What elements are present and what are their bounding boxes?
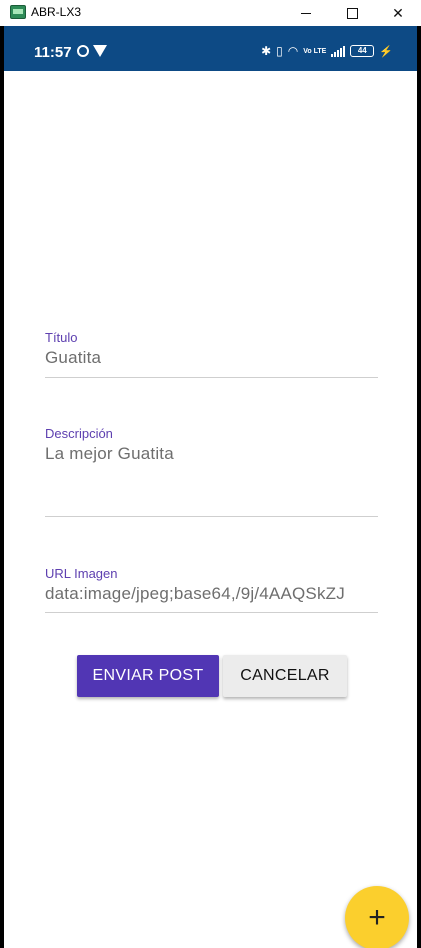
- alarm-icon: [77, 45, 89, 57]
- submit-post-button[interactable]: ENVIAR POST: [77, 655, 219, 697]
- image-url-label: URL Imagen: [45, 566, 118, 581]
- battery-icon: 44: [350, 45, 375, 57]
- title-underline: [45, 377, 378, 378]
- app-icon: [10, 5, 26, 19]
- bluetooth-icon: ✱: [261, 44, 272, 58]
- vpn-icon: [93, 45, 107, 57]
- window-title: ABR-LX3: [31, 5, 82, 19]
- phone-screen: 11:57 ✱ ▯ ◠ Vo LTE 44 ⚡ Título Guatita D…: [4, 26, 417, 948]
- plus-icon: +: [368, 901, 386, 934]
- window-titlebar: ABR-LX3 ✕: [0, 0, 421, 26]
- wifi-icon: ◠: [287, 44, 299, 58]
- image-url-input[interactable]: data:image/jpeg;base64,/9j/4AAQSkZJ: [45, 584, 378, 604]
- vibrate-icon: ▯: [276, 44, 283, 58]
- cancel-button[interactable]: CANCELAR: [223, 655, 347, 697]
- maximize-icon: [346, 7, 358, 19]
- title-field[interactable]: Título Guatita: [45, 330, 378, 380]
- close-icon: ✕: [392, 4, 404, 21]
- status-time: 11:57: [34, 44, 72, 61]
- status-bar: 11:57 ✱ ▯ ◠ Vo LTE 44 ⚡: [4, 26, 417, 71]
- add-fab-button[interactable]: +: [345, 886, 409, 948]
- description-input[interactable]: La mejor Guatita: [45, 444, 378, 464]
- lte-icon: Vo LTE: [303, 47, 327, 55]
- charging-icon: ⚡: [379, 45, 393, 58]
- minimize-button[interactable]: [283, 0, 329, 26]
- close-button[interactable]: ✕: [375, 0, 421, 26]
- maximize-button[interactable]: [329, 0, 375, 26]
- description-field[interactable]: Descripción La mejor Guatita: [45, 426, 378, 521]
- minimize-icon: [301, 12, 311, 14]
- title-label: Título: [45, 330, 78, 345]
- signal-icon: [331, 45, 346, 57]
- image-url-underline: [45, 612, 378, 613]
- description-label: Descripción: [45, 426, 113, 441]
- image-url-field[interactable]: URL Imagen data:image/jpeg;base64,/9j/4A…: [45, 566, 378, 616]
- description-underline: [45, 516, 378, 517]
- title-input[interactable]: Guatita: [45, 348, 378, 368]
